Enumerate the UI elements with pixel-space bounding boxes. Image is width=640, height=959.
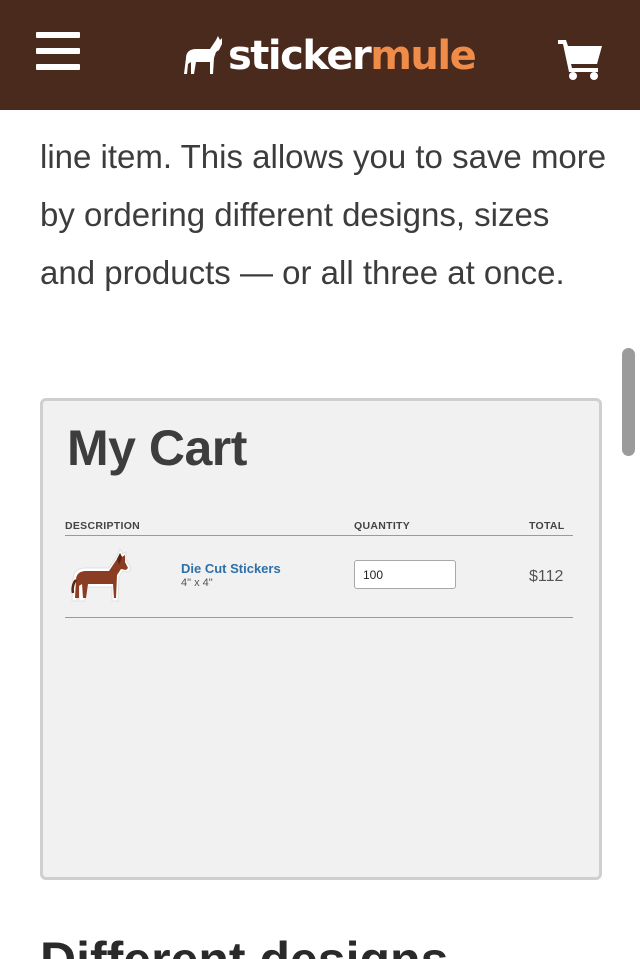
intro-paragraph: line item. This allows you to save more … <box>40 138 607 291</box>
logo-text: stickermule <box>228 33 477 79</box>
horse-sticker-image <box>63 543 135 607</box>
page: stickermule line item. This allows you t… <box>0 0 640 959</box>
stickermule-logo[interactable]: stickermule <box>180 30 477 79</box>
column-header-description: DESCRIPTION <box>65 520 141 532</box>
menu-icon[interactable] <box>36 32 82 72</box>
quantity-input[interactable] <box>354 560 456 589</box>
scrollbar-thumb[interactable] <box>622 348 635 456</box>
cart-illustration: My Cart DESCRIPTION QUANTITY TOTAL Die C… <box>40 398 602 880</box>
top-header: stickermule <box>0 0 640 110</box>
column-header-total: TOTAL <box>529 520 565 532</box>
row-divider <box>65 617 573 618</box>
mule-logo-icon <box>184 36 222 74</box>
header-divider <box>65 535 573 536</box>
column-header-quantity: QUANTITY <box>354 520 411 532</box>
section-heading: Different designs <box>40 930 448 959</box>
line-total: $112 <box>529 568 564 585</box>
cart-title: My Cart <box>67 420 247 476</box>
product-name-link[interactable]: Die Cut Stickers <box>181 561 281 576</box>
product-size: 4" x 4" <box>181 577 213 589</box>
shopping-cart-icon[interactable] <box>556 36 604 80</box>
